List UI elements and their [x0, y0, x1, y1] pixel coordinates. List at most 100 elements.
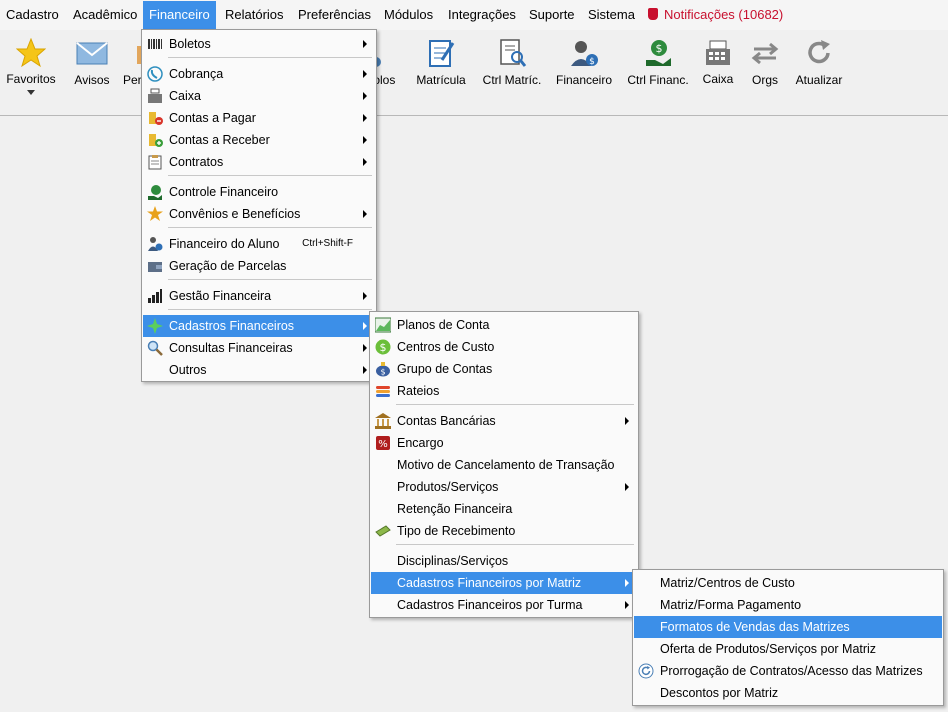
- cash-register-icon: [706, 40, 730, 65]
- menu-item-label: Centros de Custo: [397, 340, 495, 354]
- menu-integracoes[interactable]: Integrações: [442, 1, 522, 29]
- menu-item-formatos-vendas[interactable]: Formatos de Vendas das Matrizes: [634, 616, 942, 638]
- menu-item-convenios[interactable]: Convênios e Benefícios: [143, 203, 375, 225]
- phone-icon: [147, 66, 163, 82]
- cadastros-matriz-menu: Matriz/Centros de Custo Matriz/Forma Pag…: [632, 569, 944, 706]
- menu-separator: [396, 544, 634, 545]
- cash-icon: [375, 525, 391, 537]
- menu-item-planos-conta[interactable]: Planos de Conta: [371, 314, 637, 336]
- menu-preferencias[interactable]: Preferências: [292, 1, 377, 29]
- menu-suporte[interactable]: Suporte: [523, 1, 581, 29]
- chevron-right-icon: [625, 601, 629, 609]
- menu-item-label: Prorrogação de Contratos/Acesso das Matr…: [660, 664, 923, 678]
- menu-sistema[interactable]: Sistema: [582, 1, 641, 29]
- menu-item-consultas-financeiras[interactable]: Consultas Financeiras: [143, 337, 375, 359]
- menu-item-label: Planos de Conta: [397, 318, 490, 332]
- menu-financeiro[interactable]: Financeiro: [143, 1, 216, 29]
- menu-academico[interactable]: Acadêmico: [67, 1, 143, 29]
- menu-item-cadastros-financeiros[interactable]: Cadastros Financeiros: [143, 315, 375, 337]
- financeiro-label: Financeiro: [555, 73, 613, 87]
- ctrl-financ-button[interactable]: $ Ctrl Financ.: [624, 38, 692, 87]
- menu-item-financeiro-aluno[interactable]: Financeiro do Aluno Ctrl+Shift-F: [143, 233, 375, 255]
- svg-text:$: $: [589, 57, 595, 67]
- menu-item-contas-receber[interactable]: Contas a Receber: [143, 129, 375, 151]
- menu-item-grupo-contas[interactable]: $ Grupo de Contas: [371, 358, 637, 380]
- menu-item-cad-fin-matriz[interactable]: Cadastros Financeiros por Matriz: [371, 572, 637, 594]
- menu-modulos[interactable]: Módulos: [378, 1, 439, 29]
- menu-bar: Cadastro Acadêmico Financeiro Relatórios…: [0, 0, 948, 30]
- menu-item-motivo-cancelamento[interactable]: Motivo de Cancelamento de Transação: [371, 454, 637, 476]
- matricula-button[interactable]: Matrícula: [412, 38, 470, 87]
- star-icon: [147, 206, 163, 221]
- notifications-label: Notificações (10682): [664, 7, 784, 22]
- per-button[interactable]: Per: [123, 38, 143, 87]
- menu-item-label: Retenção Financeira: [397, 502, 513, 516]
- avisos-button[interactable]: Avisos: [70, 38, 114, 87]
- atualizar-button[interactable]: Atualizar: [792, 38, 846, 87]
- menu-item-matriz-forma[interactable]: Matriz/Forma Pagamento: [634, 594, 942, 616]
- svg-text:$: $: [656, 42, 663, 55]
- pencil-document-icon: [429, 40, 455, 67]
- menu-item-label: Contas a Pagar: [169, 111, 256, 125]
- document-search-icon: [500, 39, 527, 67]
- menu-item-oferta-produtos[interactable]: Oferta de Produtos/Serviços por Matriz: [634, 638, 942, 660]
- menu-item-matriz-centros[interactable]: Matriz/Centros de Custo: [634, 572, 942, 594]
- menu-item-centros-custo[interactable]: $ Centros de Custo: [371, 336, 637, 358]
- menu-item-retencao-financeira[interactable]: Retenção Financeira: [371, 498, 637, 520]
- financeiro-button[interactable]: $ Financeiro: [553, 38, 615, 87]
- menu-item-outros[interactable]: Outros: [143, 359, 375, 381]
- refresh-icon: [808, 40, 830, 64]
- bar-chart-icon: [148, 289, 162, 303]
- favoritos-button[interactable]: Favoritos: [4, 38, 58, 95]
- menu-item-controle-financeiro[interactable]: Controle Financeiro: [143, 181, 375, 203]
- menu-item-label: Cadastros Financeiros por Matriz: [397, 576, 582, 590]
- stripes-icon: [376, 386, 390, 397]
- menu-item-boletos[interactable]: Boletos: [143, 33, 375, 55]
- menu-item-caixa[interactable]: Caixa: [143, 85, 375, 107]
- menu-item-tipo-recebimento[interactable]: Tipo de Recebimento: [371, 520, 637, 542]
- svg-text:$: $: [380, 341, 387, 354]
- menu-item-label: Matriz/Centros de Custo: [660, 576, 795, 590]
- menu-cadastro[interactable]: Cadastro: [0, 1, 65, 29]
- ctrl-matric-button[interactable]: Ctrl Matríc.: [479, 38, 545, 87]
- menu-item-label: Convênios e Benefícios: [169, 207, 301, 221]
- menu-item-gestao-financeira[interactable]: Gestão Financeira: [143, 285, 375, 307]
- menu-item-disciplinas-servicos[interactable]: Disciplinas/Serviços: [371, 550, 637, 572]
- chevron-right-icon: [363, 292, 367, 300]
- favoritos-label: Favoritos: [6, 72, 56, 86]
- bell-icon: [648, 8, 658, 20]
- financeiro-menu: Boletos Cobrança Caixa Contas a Pagar Co…: [141, 29, 377, 382]
- menu-item-contas-bancarias[interactable]: Contas Bancárias: [371, 410, 637, 432]
- bank-icon: [375, 413, 391, 429]
- barcode-icon: [148, 39, 162, 49]
- chevron-right-icon: [363, 70, 367, 78]
- menu-item-geracao-parcelas[interactable]: Geração de Parcelas: [143, 255, 375, 277]
- menu-item-contas-pagar[interactable]: Contas a Pagar: [143, 107, 375, 129]
- money-bag-icon: $: [376, 362, 390, 377]
- orgs-button[interactable]: Orgs: [746, 38, 784, 87]
- menu-item-label: Grupo de Contas: [397, 362, 493, 376]
- menu-relatorios[interactable]: Relatórios: [219, 1, 290, 29]
- menu-item-label: Cobrança: [169, 67, 224, 81]
- menu-separator: [168, 175, 372, 176]
- menu-item-prorrogacao[interactable]: Prorrogação de Contratos/Acesso das Matr…: [634, 660, 942, 682]
- user-money-icon: $: [571, 41, 598, 67]
- menu-separator: [168, 227, 372, 228]
- menu-item-cobranca[interactable]: Cobrança: [143, 63, 375, 85]
- notifications-link[interactable]: Notificações (10682): [648, 1, 783, 29]
- menu-item-rateios[interactable]: Rateios: [371, 380, 637, 402]
- caixa-button[interactable]: Caixa: [700, 38, 736, 86]
- menu-item-label: Boletos: [169, 37, 211, 51]
- chart-area-icon: [375, 317, 391, 333]
- menu-item-label: Contas a Receber: [169, 133, 270, 147]
- chevron-right-icon: [363, 114, 367, 122]
- cadastros-financeiros-menu: Planos de Conta $ Centros de Custo $ Gru…: [369, 311, 639, 618]
- menu-item-label: Contratos: [169, 155, 224, 169]
- menu-item-contratos[interactable]: Contratos: [143, 151, 375, 173]
- menu-item-descontos[interactable]: Descontos por Matriz: [634, 682, 942, 704]
- wallet-icon: [148, 262, 162, 272]
- menu-item-produtos-servicos[interactable]: Produtos/Serviços: [371, 476, 637, 498]
- menu-item-encargo[interactable]: % Encargo: [371, 432, 637, 454]
- menu-item-cad-fin-turma[interactable]: Cadastros Financeiros por Turma: [371, 594, 637, 616]
- chevron-right-icon: [363, 210, 367, 218]
